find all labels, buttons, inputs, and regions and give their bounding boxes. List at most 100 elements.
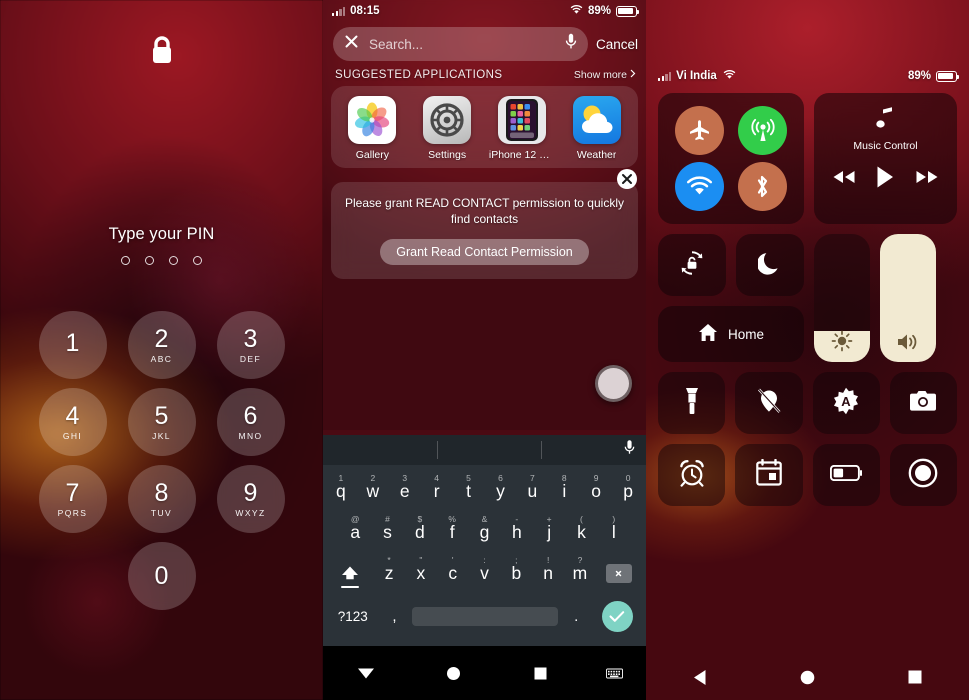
keypad-key-3[interactable]: 3 DEF [216, 311, 285, 379]
key-hint: # [385, 514, 390, 524]
symbols-key[interactable]: ?123 [329, 596, 377, 637]
close-x-icon[interactable] [344, 34, 359, 54]
grant-permission-button[interactable]: Grant Read Contact Permission [380, 239, 589, 266]
keypad-key-7[interactable]: 7 PQRS [38, 465, 107, 533]
calendar-tile[interactable] [735, 444, 803, 506]
key-y[interactable]: 6y [485, 471, 517, 512]
auto-brightness-tile[interactable]: A [812, 372, 880, 434]
back-triangle-left-icon[interactable] [646, 669, 754, 686]
keyboard-rows: 1q 2w 3e 4r 5t 6y 7u 8i 9o 0p @ a # s $ d %… [323, 465, 646, 646]
three-panel-screenshot: Type your PIN 1 2 ABC 3 DEF 4 GHI 5 JKL … [0, 0, 969, 700]
home-circle-icon[interactable] [410, 666, 497, 681]
keyboard-icon[interactable] [583, 668, 646, 679]
keypad-key-1[interactable]: 1 [38, 311, 107, 379]
wifi-icon[interactable] [675, 161, 724, 211]
rewind-icon[interactable] [832, 169, 856, 190]
key-l[interactable]: ) l [598, 512, 630, 553]
key-o[interactable]: 9o [580, 471, 612, 512]
key-m[interactable]: ? m [564, 553, 596, 594]
fast-forward-icon[interactable] [915, 169, 939, 190]
home-circle-icon[interactable] [754, 670, 862, 685]
comma-key[interactable]: , [379, 596, 411, 637]
keypad-key-4[interactable]: 4 GHI [38, 388, 107, 456]
key-d[interactable]: $ d [404, 512, 436, 553]
microphone-icon[interactable] [565, 33, 577, 55]
key-v[interactable]: :v [469, 553, 501, 594]
permission-message: Please grant READ CONTACT permission to … [345, 196, 624, 227]
key-e[interactable]: 3e [389, 471, 421, 512]
alarm-tile[interactable] [658, 444, 726, 506]
key-c[interactable]: ' c [437, 553, 469, 594]
keypad-key-2[interactable]: 2 ABC [127, 311, 196, 379]
rotation-lock-tile[interactable] [658, 234, 726, 296]
app-item-settings[interactable]: Settings [413, 96, 481, 161]
keypad-key-letters: WXYZ [235, 507, 266, 518]
brightness-slider[interactable] [814, 234, 870, 362]
back-triangle-down-icon[interactable] [323, 667, 410, 680]
checkmark-icon [601, 600, 633, 632]
cellular-antenna-icon[interactable] [738, 106, 787, 156]
keypad-key-0[interactable]: 0 [127, 542, 196, 610]
search-input[interactable]: Search... [333, 27, 588, 61]
key-k[interactable]: (k [565, 512, 597, 553]
key-t[interactable]: 5t [453, 471, 485, 512]
recents-square-icon[interactable] [497, 667, 584, 680]
keypad-key-5[interactable]: 5 JKL [127, 388, 196, 456]
key-w[interactable]: 2w [357, 471, 389, 512]
wifi-icon [723, 69, 736, 83]
keyboard-suggestion-bar[interactable] [323, 435, 646, 465]
airplane-icon[interactable] [675, 106, 724, 156]
space-key[interactable] [412, 606, 559, 626]
key-j[interactable]: + j [533, 512, 565, 553]
camera-tile[interactable] [889, 372, 957, 434]
app-item-weather[interactable]: Weather [563, 96, 631, 161]
shift-up-icon[interactable] [327, 553, 373, 594]
key-n[interactable]: ! n [532, 553, 564, 594]
camera-shutter-fab[interactable] [595, 365, 632, 402]
key-f[interactable]: % f [436, 512, 468, 553]
play-icon[interactable] [875, 165, 895, 194]
music-control-tile[interactable]: Music Control [814, 93, 957, 224]
close-x-icon[interactable] [617, 169, 637, 189]
app-item-gallery[interactable]: Gallery [338, 96, 406, 161]
key-label: r [433, 481, 440, 501]
key-g[interactable]: & g [468, 512, 500, 553]
key-r[interactable]: 4r [421, 471, 453, 512]
key-hint: * [387, 555, 391, 565]
battery-percent-label: 89% [587, 5, 611, 17]
do-not-disturb-tile[interactable] [736, 234, 804, 296]
app-item-iphone12-settings[interactable]: iPhone 12 Setti... [488, 96, 556, 161]
recents-square-icon[interactable] [861, 670, 969, 684]
home-tile[interactable]: Home [658, 306, 804, 362]
key-u[interactable]: 7u [516, 471, 548, 512]
key-s[interactable]: # s [371, 512, 403, 553]
rotation-lock-icon [678, 249, 706, 282]
enter-key[interactable] [594, 600, 640, 632]
battery-saver-tile[interactable] [812, 444, 880, 506]
key-label: l [611, 522, 616, 542]
key-q[interactable]: 1q [325, 471, 357, 512]
key-hint: $ [417, 514, 423, 524]
key-hint: 6 [498, 473, 503, 483]
keypad-key-8[interactable]: 8 TUV [127, 465, 196, 533]
location-off-tile[interactable] [735, 372, 803, 434]
key-h[interactable]: -h [501, 512, 533, 553]
key-x[interactable]: " x [405, 553, 437, 594]
keypad-key-6[interactable]: 6 MNO [216, 388, 285, 456]
key-z[interactable]: * z [373, 553, 405, 594]
backspace-icon[interactable] [596, 553, 642, 594]
flashlight-tile[interactable] [658, 372, 726, 434]
bluetooth-icon[interactable] [738, 161, 787, 211]
screen-record-tile[interactable] [889, 444, 957, 506]
key-b[interactable]: ; b [500, 553, 532, 594]
key-i[interactable]: 8i [548, 471, 580, 512]
key-p[interactable]: 0p [612, 471, 644, 512]
show-more-button[interactable]: Show more [574, 69, 636, 81]
volume-slider[interactable] [880, 234, 936, 362]
keypad-key-number: 8 [154, 478, 169, 507]
keypad-key-9[interactable]: 9 WXYZ [216, 465, 285, 533]
search-cancel-button[interactable]: Cancel [596, 37, 638, 52]
microphone-icon[interactable] [624, 440, 635, 461]
period-key[interactable]: . [560, 596, 592, 637]
key-a[interactable]: @ a [339, 512, 371, 553]
